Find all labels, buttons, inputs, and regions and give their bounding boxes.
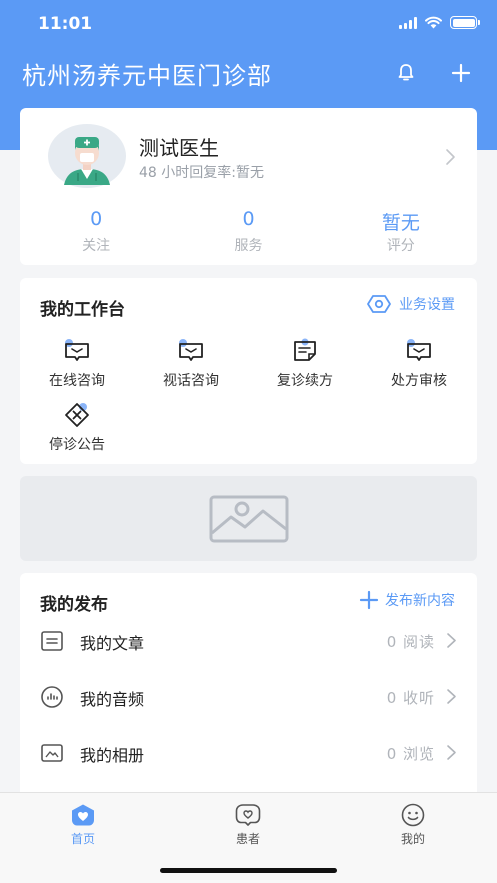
tool-label: 处方审核	[391, 373, 447, 389]
home-indicator[interactable]	[160, 868, 337, 873]
tool-renew-prescription[interactable]: 复诊续方	[248, 338, 362, 390]
tab-label: 患者	[235, 832, 260, 846]
chevron-right-icon	[447, 689, 456, 704]
stat-services[interactable]: 0 服务	[172, 208, 324, 255]
image-placeholder-icon	[209, 495, 288, 542]
tool-label: 视话咨询	[163, 373, 219, 389]
stat-label: 关注	[82, 238, 111, 254]
publish-row-articles[interactable]: 我的文章 0 阅读	[20, 613, 477, 669]
banner-placeholder[interactable]	[20, 476, 477, 561]
publish-new-label: 发布新内容	[385, 593, 455, 609]
tool-prescription-review[interactable]: 处方审核	[362, 338, 476, 390]
tool-label: 停诊公告	[49, 437, 105, 453]
reply-rate: 48 小时回复率:暂无	[139, 165, 264, 181]
profile-stats: 0 关注 0 服务 暂无 评分	[20, 208, 477, 255]
doctor-name: 测试医生	[139, 136, 219, 160]
signal-icon	[399, 16, 417, 29]
publish-row-album[interactable]: 我的相册 0 浏览	[20, 725, 477, 781]
chevron-right-icon	[447, 633, 456, 648]
bell-icon[interactable]	[393, 60, 419, 86]
stat-label: 评分	[386, 238, 415, 254]
wifi-icon	[425, 16, 442, 29]
tab-label: 我的	[400, 832, 425, 846]
tool-video-consult[interactable]: 视话咨询	[134, 338, 248, 390]
prescription-review-icon	[405, 338, 433, 364]
status-time: 11:01	[38, 14, 93, 34]
plus-icon[interactable]	[448, 60, 474, 86]
stat-rating[interactable]: 暂无 评分	[325, 208, 477, 255]
business-settings-button[interactable]: 业务设置	[367, 294, 455, 314]
tab-mine[interactable]: 我的	[373, 803, 453, 847]
publish-row-count: 0 阅读	[386, 633, 435, 651]
tool-suspend-notice[interactable]: 停诊公告	[20, 402, 134, 454]
stat-value: 暂无	[381, 212, 420, 234]
settings-icon	[367, 295, 391, 313]
tab-home[interactable]: 首页	[43, 803, 123, 847]
avatar	[47, 123, 127, 188]
tab-patients[interactable]: 患者	[208, 803, 288, 847]
stat-label: 服务	[234, 238, 263, 254]
publish-row-label: 我的文章	[80, 634, 145, 653]
article-icon	[41, 631, 63, 651]
business-settings-label: 业务设置	[399, 297, 455, 313]
tool-label: 在线咨询	[49, 373, 105, 389]
publish-row-label: 我的音频	[80, 690, 145, 709]
tool-online-consult[interactable]: 在线咨询	[20, 338, 134, 390]
status-icons	[399, 16, 480, 29]
home-icon	[70, 803, 96, 827]
publish-row-label: 我的相册	[80, 746, 145, 765]
publish-new-button[interactable]: 发布新内容	[359, 590, 455, 610]
video-chat-icon	[177, 338, 205, 364]
plus-icon	[359, 590, 379, 610]
patients-icon	[235, 803, 261, 827]
profile-icon	[400, 803, 426, 827]
audio-icon	[41, 686, 63, 708]
chevron-right-icon	[447, 745, 456, 760]
chevron-right-icon	[446, 149, 455, 165]
stat-value: 0	[90, 208, 103, 230]
publish-title: 我的发布	[40, 595, 108, 615]
clinic-title: 杭州汤养元中医门诊部	[22, 62, 272, 90]
stat-followers[interactable]: 0 关注	[20, 208, 172, 255]
publish-row-count: 0 收听	[386, 689, 435, 707]
profile-card[interactable]: 测试医生 48 小时回复率:暂无 0 关注 0 服务 暂无 评分	[20, 108, 477, 265]
publish-row-audio[interactable]: 我的音频 0 收听	[20, 669, 477, 725]
tool-label: 复诊续方	[277, 373, 333, 389]
album-icon	[41, 744, 63, 762]
chat-icon	[63, 338, 91, 364]
workbench-card: 我的工作台 业务设置 在线咨询 视话咨询 复诊续方 处方审核 停诊公告	[20, 278, 477, 464]
prescription-renew-icon	[291, 338, 319, 364]
publish-card: 我的发布 发布新内容 我的文章 0 阅读 我的音频 0 收听 我的相册 0 浏览	[20, 573, 477, 803]
publish-row-count: 0 浏览	[386, 745, 435, 763]
battery-icon	[450, 16, 480, 29]
workbench-title: 我的工作台	[40, 300, 125, 320]
stat-value: 0	[242, 208, 255, 230]
suspend-notice-icon	[63, 402, 91, 428]
tab-label: 首页	[70, 832, 95, 846]
status-bar: 11:01	[0, 0, 497, 50]
